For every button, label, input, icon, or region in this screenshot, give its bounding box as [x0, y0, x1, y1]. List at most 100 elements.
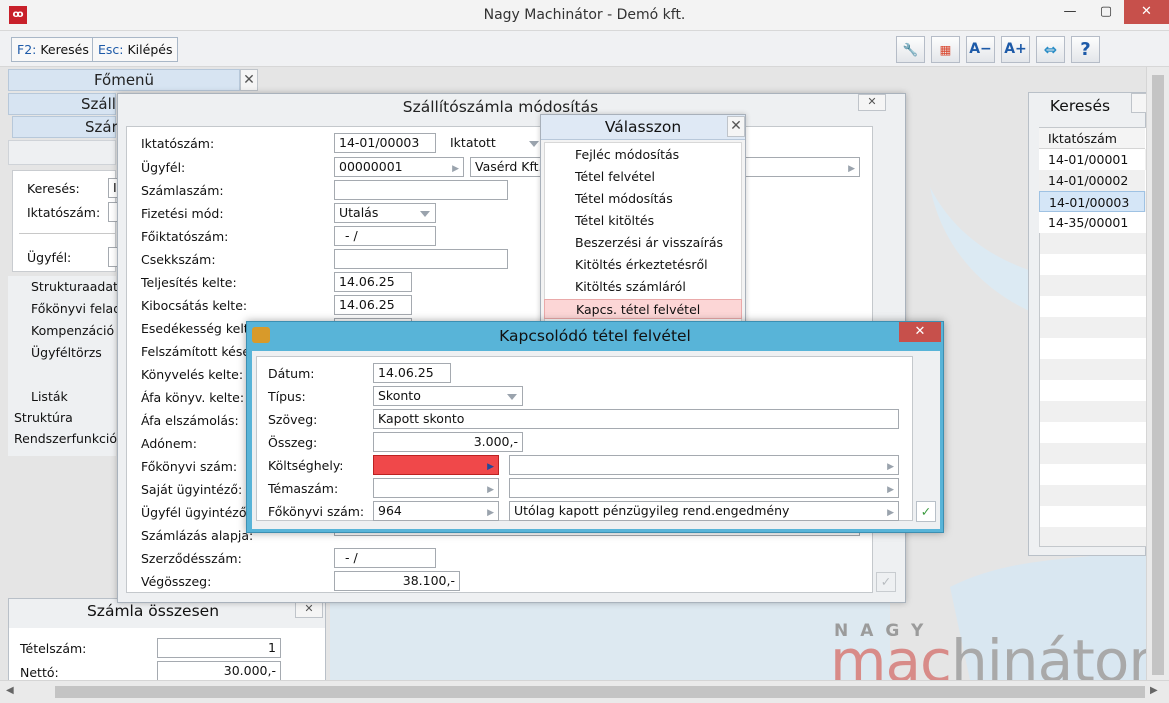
koltseghely-name-field[interactable]: ▶ — [509, 455, 899, 475]
horizontal-scrollbar[interactable]: ◀ ▶ — [0, 680, 1169, 703]
vertical-scroll-thumb[interactable] — [1152, 75, 1164, 675]
datum-field[interactable]: 14.06.25 — [373, 363, 451, 383]
scroll-left-icon[interactable]: ◀ — [6, 685, 14, 696]
vertical-scrollbar[interactable] — [1146, 67, 1169, 680]
menu-item-kompenzacio[interactable]: Kompenzáció — [31, 323, 114, 338]
osszeg-label: Összeg: — [268, 435, 318, 450]
kapcsolodo-form: Dátum: 14.06.25 Típus: Skonto Szöveg: Ka… — [256, 356, 913, 521]
menu-item-tetel-kitoltes[interactable]: Tétel kitöltés — [544, 211, 742, 231]
koltseghely-field-error[interactable]: ▶ — [373, 455, 499, 475]
teljesites-field[interactable]: 14.06.25 — [334, 272, 412, 292]
menu-item-strukturaadat[interactable]: Strukturaadat — [31, 279, 118, 294]
koltseghely-label: Költséghely: — [268, 458, 344, 473]
tetelszam-value: 1 — [157, 638, 281, 658]
temaszam-label: Témaszám: — [268, 481, 339, 496]
font-increase-icon[interactable]: A+ — [1001, 36, 1030, 63]
kereses-panel: Keresés Iktatószám 14-01/00001 14-01/000… — [1028, 92, 1147, 556]
afaelsz-label: Áfa elszámolás: — [141, 413, 239, 428]
afakonyv-label: Áfa könyv. kelte: — [141, 390, 245, 405]
menu-item-beszerzesi-ar[interactable]: Beszerzési ár visszaírás — [544, 233, 742, 253]
kereses-row[interactable]: 14-35/00001 — [1039, 212, 1145, 233]
button-label: Kilépés — [127, 42, 173, 57]
scroll-right-icon[interactable]: ▶ — [1150, 685, 1158, 696]
vegosszeg-field: 38.100,- — [334, 571, 460, 591]
menu-item-tetel-felvetel[interactable]: Tétel felvétel — [544, 167, 742, 187]
exit-shortcut-button[interactable]: Esc: Kilépés — [92, 37, 179, 62]
kereses-row-selected[interactable]: 14-01/00003 — [1039, 191, 1145, 212]
menu-item-kitoltes-szamla[interactable]: Kitöltés számláról — [544, 277, 742, 297]
filter-iktato-label: Iktatószám: — [27, 205, 101, 220]
szamlaszam-label: Számlaszám: — [141, 183, 224, 198]
font-decrease-icon[interactable]: A− — [966, 36, 995, 63]
lookup-arrow-icon: ▶ — [887, 485, 894, 495]
kapcsolodo-tetel-dialog: Kapcsolódó tétel felvétel ✕ Dátum: 14.06… — [246, 321, 944, 533]
szoveg-label: Szöveg: — [268, 412, 318, 427]
menu-item-rendszerfunkcio[interactable]: Rendszerfunkció — [14, 431, 117, 446]
button-label: Keresés — [40, 42, 89, 57]
kereses-row[interactable]: 14-01/00002 — [1039, 170, 1145, 191]
szamlaszam-field[interactable] — [334, 180, 508, 200]
left-tab-szamla[interactable]: Szár — [12, 116, 118, 138]
szoveg-field[interactable]: Kapott skonto — [373, 409, 899, 429]
temaszam-field[interactable]: ▶ — [373, 478, 499, 498]
ugyfel-name-value: Vasérd Kft. — [475, 159, 543, 174]
iktatoszam-field[interactable]: 14-01/00003 — [334, 133, 436, 153]
menu-item-ugyfeltorzs[interactable]: Ügyféltörzs — [31, 345, 102, 360]
menu-item-fejlec-modositas[interactable]: Fejléc módosítás — [544, 145, 742, 165]
help-icon[interactable]: ? — [1071, 36, 1100, 63]
menu-item-struktura[interactable]: Struktúra — [14, 410, 73, 425]
fomenu-title: Főmenü — [8, 69, 240, 91]
temaszam-name-field[interactable]: ▶ — [509, 478, 899, 498]
kibocsatas-field[interactable]: 14.06.25 — [334, 295, 412, 315]
tipus-select[interactable]: Skonto — [373, 386, 523, 406]
kap-fokonyvi-name-field[interactable]: Utólag kapott pénzügyileg rend.engedmény… — [509, 501, 899, 521]
kap-fokonyvi-field[interactable]: 964 ▶ — [373, 501, 499, 521]
esedekesseg-label: Esedékesség kelte — [141, 321, 257, 336]
kapcsolodo-close-button[interactable]: ✕ — [899, 322, 941, 342]
menu-item-kitoltes-erkeztetes[interactable]: Kitöltés érkeztetésről — [544, 255, 742, 275]
lookup-arrow-icon: ▶ — [487, 485, 494, 495]
szerzodes-field[interactable]: - / — [334, 548, 436, 568]
ugyfel-code-value: 00000001 — [339, 159, 403, 174]
foiktato-field[interactable]: - / — [334, 226, 436, 246]
lookup-arrow-icon: ▶ — [487, 508, 494, 518]
kereses-close-button[interactable] — [1131, 93, 1147, 113]
menu-item-fokonyvi[interactable]: Főkönyvi felad — [31, 301, 121, 316]
swap-icon[interactable]: ⇔ — [1036, 36, 1065, 63]
kereses-column-header[interactable]: Iktatószám — [1039, 128, 1145, 149]
fomenu-close-button[interactable]: ✕ — [240, 69, 258, 91]
valasszon-close-button[interactable]: ✕ — [727, 116, 745, 137]
osszesen-close-button[interactable]: ✕ — [295, 601, 323, 618]
ugyfel-label: Ügyfél: — [141, 160, 186, 175]
wrench-icon[interactable]: 🔧 — [896, 36, 925, 63]
kapcsolodo-body: Dátum: 14.06.25 Típus: Skonto Szöveg: Ka… — [252, 351, 940, 529]
menu-item-listak[interactable]: Listák — [31, 389, 68, 404]
szallito-ok-checkmark-icon[interactable]: ✓ — [876, 572, 896, 592]
menu-item-kapcs-tetel-selected[interactable]: Kapcs. tétel felvétel — [544, 299, 742, 319]
search-shortcut-button[interactable]: F2: Keresés — [11, 37, 95, 62]
grid-icon[interactable]: ▦ — [931, 36, 960, 63]
horizontal-scroll-thumb[interactable] — [55, 686, 1145, 698]
menu-item-tetel-modositas[interactable]: Tétel módosítás — [544, 189, 742, 209]
tipus-label: Típus: — [268, 389, 306, 404]
maximize-button[interactable]: ▢ — [1088, 0, 1124, 24]
szamla-osszesen-panel: Számla összesen ✕ Tételszám: 1 Nettó: 30… — [8, 598, 326, 681]
csekk-field[interactable] — [334, 249, 508, 269]
window-title: Nagy Machinátor - Demó kft. — [483, 7, 686, 23]
title-bar: ꝏ Nagy Machinátor - Demó kft. — ▢ ✕ — [0, 0, 1169, 31]
foiktato-label: Főiktatószám: — [141, 229, 229, 244]
szallito-close-button[interactable]: ✕ — [858, 94, 886, 111]
kereses-row[interactable]: 14-01/00001 — [1039, 149, 1145, 170]
fizmod-select[interactable]: Utalás — [334, 203, 436, 223]
kibocsatas-label: Kibocsátás kelte: — [141, 298, 248, 313]
datum-label: Dátum: — [268, 366, 315, 381]
close-window-button[interactable]: ✕ — [1124, 0, 1169, 24]
minimize-button[interactable]: — — [1052, 0, 1088, 24]
ugyfel-code-field[interactable]: 00000001 ▶ — [334, 157, 464, 177]
status-select[interactable]: Iktatott — [445, 133, 545, 153]
kapcsolodo-ok-checkmark-icon[interactable]: ✓ — [916, 501, 936, 522]
osszeg-field[interactable]: 3.000,- — [373, 432, 523, 452]
left-tab-szallito[interactable]: Száll — [8, 93, 116, 115]
osszesen-title: Számla összesen — [86, 602, 220, 620]
fokonyvi-name-value: Utólag kapott pénzügyileg rend.engedmény — [514, 503, 790, 518]
